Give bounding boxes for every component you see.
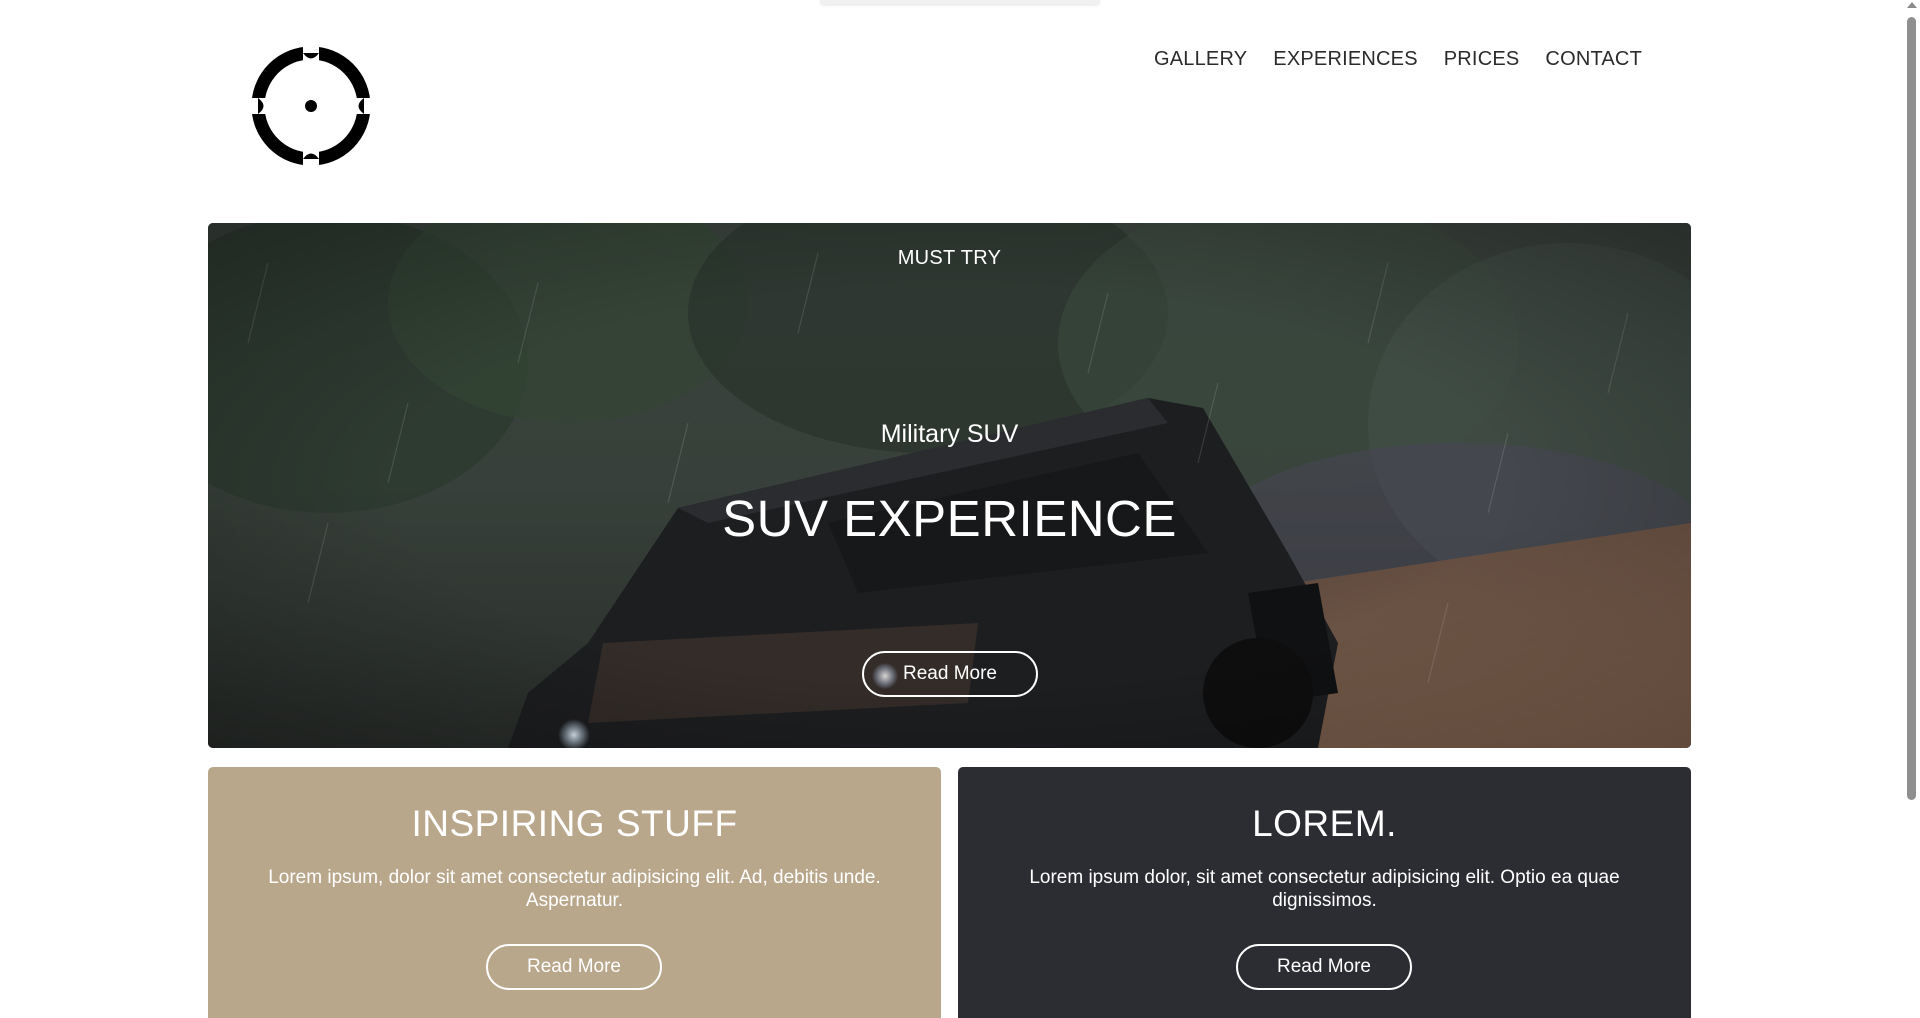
nav-gallery[interactable]: GALLERY — [1154, 48, 1247, 71]
page: GALLERY EXPERIENCES PRICES CONTACT MUST … — [0, 0, 1920, 1018]
hero-eyebrow: MUST TRY — [897, 247, 1002, 269]
page-scrollbar[interactable] — [1903, 0, 1920, 1018]
main-nav: GALLERY EXPERIENCES PRICES CONTACT — [1154, 48, 1642, 71]
card-title: LOREM. — [1252, 803, 1397, 844]
hero-read-more-button[interactable]: Read More — [862, 651, 1038, 697]
card-text: Lorem ipsum, dolor sit amet consectetur … — [268, 867, 881, 911]
card-text: Lorem ipsum dolor, sit amet consectetur … — [1029, 867, 1620, 911]
hero-read-more-label: Read More — [903, 663, 997, 684]
cursor-glow — [872, 663, 898, 689]
hero-subtitle: Military SUV — [880, 420, 1019, 448]
logo[interactable] — [245, 40, 377, 172]
nav-contact[interactable]: CONTACT — [1545, 48, 1642, 71]
crosshair-logo-icon — [245, 40, 377, 172]
hero-banner: MUST TRY Military SUV SUV EXPERIENCE Rea… — [208, 223, 1691, 748]
card-lorem: LOREM. Lorem ipsum dolor, sit amet conse… — [958, 767, 1691, 1018]
scrollbar-thumb[interactable] — [1907, 17, 1916, 800]
hero-title: SUV EXPERIENCE — [722, 490, 1177, 547]
card-inspiring-stuff: INSPIRING STUFF Lorem ipsum, dolor sit a… — [208, 767, 941, 1018]
card-read-more-button[interactable]: Read More — [486, 944, 662, 990]
hero-content: MUST TRY Military SUV SUV EXPERIENCE Rea… — [208, 223, 1691, 748]
scroll-up-arrow-icon[interactable] — [1907, 2, 1917, 8]
nav-prices[interactable]: PRICES — [1444, 48, 1520, 71]
top-hint-bar — [820, 0, 1100, 4]
nav-experiences[interactable]: EXPERIENCES — [1273, 48, 1417, 71]
card-title: INSPIRING STUFF — [411, 803, 738, 844]
card-read-more-button[interactable]: Read More — [1236, 944, 1412, 990]
